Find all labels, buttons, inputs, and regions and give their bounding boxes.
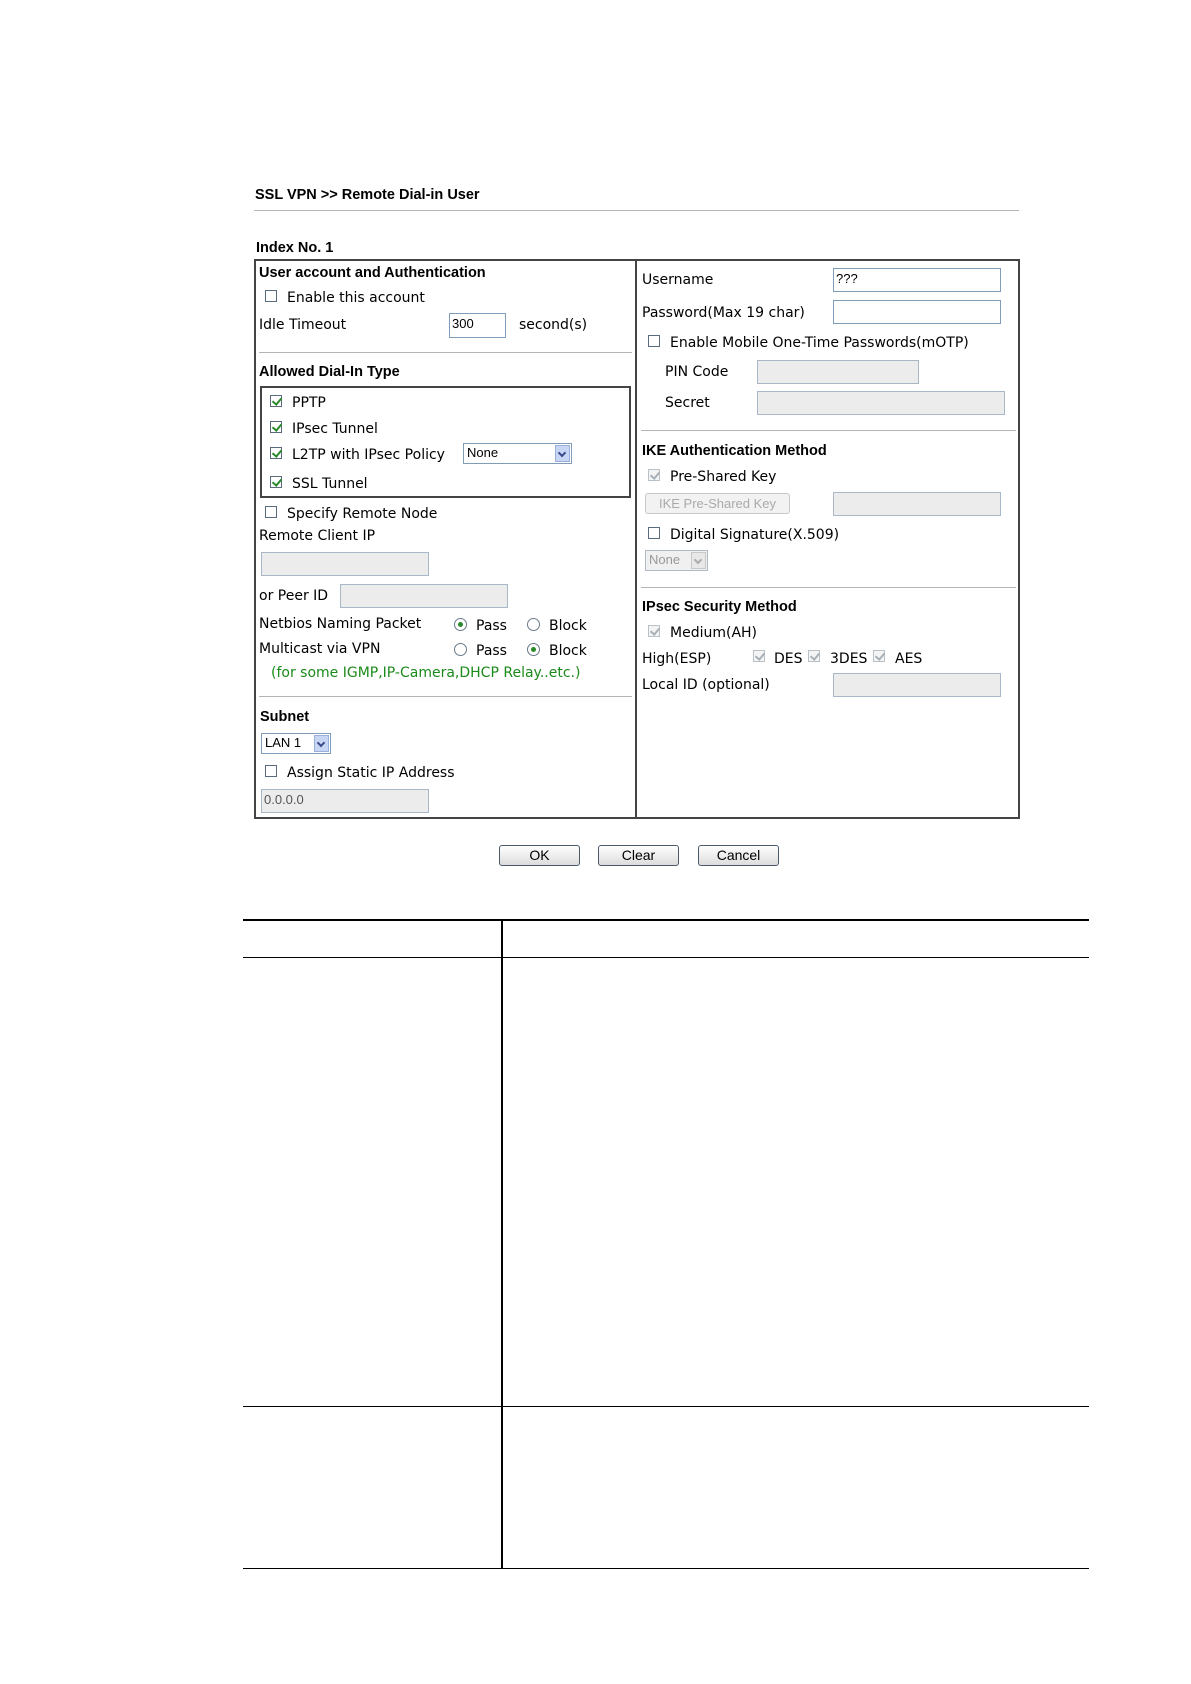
local-id-input[interactable] — [833, 673, 1001, 697]
ipsec-security-title: IPsec Security Method — [642, 599, 797, 615]
header-divider — [254, 210, 1019, 211]
breadcrumb: SSL VPN >> Remote Dial-in User — [255, 187, 480, 203]
pin-code-input[interactable] — [757, 360, 919, 384]
divider — [641, 430, 1016, 431]
peer-id-label: or Peer ID — [259, 588, 329, 604]
ipsec-tunnel-label: IPsec Tunnel — [292, 421, 378, 437]
remote-client-ip-input[interactable] — [261, 552, 429, 576]
high-esp-label: High(ESP) — [642, 651, 712, 667]
pre-shared-key-checkbox[interactable] — [648, 469, 660, 481]
l2tp-policy-value: None — [467, 445, 499, 460]
local-id-label: Local ID (optional) — [642, 677, 770, 693]
table-bottom-border — [243, 1568, 1089, 1569]
l2tp-checkbox[interactable] — [270, 447, 282, 459]
digital-signature-checkbox[interactable] — [648, 527, 660, 539]
pptp-checkbox[interactable] — [270, 395, 282, 407]
remote-client-ip-label: Remote Client IP — [259, 528, 376, 544]
subnet-title: Subnet — [260, 709, 310, 725]
aes-label: AES — [895, 651, 923, 667]
chevron-down-icon — [555, 445, 570, 462]
netbios-block-radio[interactable] — [527, 618, 540, 631]
ike-psk-button[interactable]: IKE Pre-Shared Key — [645, 493, 790, 514]
multicast-block-radio[interactable] — [527, 643, 540, 656]
ssl-tunnel-label: SSL Tunnel — [292, 476, 368, 492]
assign-static-checkbox[interactable] — [265, 765, 277, 777]
idle-timeout-label: Idle Timeout — [259, 317, 347, 333]
des-checkbox[interactable] — [753, 650, 765, 662]
multicast-label: Multicast via VPN — [259, 641, 381, 657]
assign-static-label: Assign Static IP Address — [287, 765, 455, 781]
ike-psk-input[interactable] — [833, 492, 1001, 516]
idle-timeout-unit: second(s) — [519, 317, 588, 333]
table-row-border — [243, 1406, 1089, 1407]
user-auth-title: User account and Authentication — [259, 265, 486, 281]
table-header-border — [243, 957, 1089, 958]
subnet-select[interactable]: LAN 1 — [261, 733, 331, 754]
3des-label: 3DES — [830, 651, 868, 667]
multicast-pass-label: Pass — [476, 643, 507, 659]
specify-remote-checkbox[interactable] — [265, 506, 277, 518]
cancel-button[interactable]: Cancel — [698, 845, 779, 866]
chevron-down-icon — [691, 552, 706, 569]
ike-auth-title: IKE Authentication Method — [642, 443, 827, 459]
3des-checkbox[interactable] — [808, 650, 820, 662]
l2tp-label: L2TP with IPsec Policy — [292, 447, 445, 463]
secret-input[interactable] — [757, 391, 1005, 415]
dialin-type-title: Allowed Dial-In Type — [259, 364, 400, 380]
password-label: Password(Max 19 char) — [642, 305, 805, 321]
specify-remote-label: Specify Remote Node — [287, 506, 438, 522]
password-input[interactable] — [833, 300, 1001, 324]
motp-label: Enable Mobile One-Time Passwords(mOTP) — [670, 335, 969, 351]
subnet-value: LAN 1 — [265, 735, 302, 750]
secret-label: Secret — [665, 395, 710, 411]
motp-checkbox[interactable] — [648, 335, 660, 347]
pre-shared-key-label: Pre-Shared Key — [670, 469, 777, 485]
l2tp-policy-select[interactable]: None — [463, 443, 572, 464]
netbios-label: Netbios Naming Packet — [259, 616, 422, 632]
multicast-pass-radio[interactable] — [454, 643, 467, 656]
multicast-note: (for some IGMP,IP-Camera,DHCP Relay..etc… — [271, 665, 581, 681]
pin-code-label: PIN Code — [665, 364, 729, 380]
medium-ah-checkbox[interactable] — [648, 625, 660, 637]
username-label: Username — [642, 272, 714, 288]
index-label: Index No. 1 — [256, 240, 334, 256]
ssl-tunnel-checkbox[interactable] — [270, 476, 282, 488]
table-top-border — [243, 919, 1089, 921]
digital-signature-value: None — [649, 552, 681, 567]
divider — [259, 352, 632, 353]
medium-ah-label: Medium(AH) — [670, 625, 758, 641]
aes-checkbox[interactable] — [873, 650, 885, 662]
digital-signature-label: Digital Signature(X.509) — [670, 527, 840, 543]
divider — [641, 587, 1016, 588]
peer-id-input[interactable] — [340, 584, 508, 608]
divider — [259, 696, 632, 697]
ok-button[interactable]: OK — [499, 845, 580, 866]
netbios-pass-radio[interactable] — [454, 618, 467, 631]
enable-account-label: Enable this account — [287, 290, 425, 306]
ipsec-tunnel-checkbox[interactable] — [270, 421, 282, 433]
idle-timeout-input[interactable]: 300 — [449, 313, 506, 338]
pptp-label: PPTP — [292, 395, 326, 411]
digital-signature-select[interactable]: None — [645, 550, 708, 571]
multicast-block-label: Block — [549, 643, 587, 659]
chevron-down-icon — [314, 735, 329, 752]
netbios-block-label: Block — [549, 618, 587, 634]
des-label: DES — [774, 651, 803, 667]
static-ip-input[interactable]: 0.0.0.0 — [261, 789, 429, 813]
username-input[interactable]: ??? — [833, 268, 1001, 292]
clear-button[interactable]: Clear — [598, 845, 679, 866]
netbios-pass-label: Pass — [476, 618, 507, 634]
panel-divider — [635, 259, 637, 819]
enable-account-checkbox[interactable] — [265, 290, 277, 302]
table-column-divider — [501, 919, 503, 1569]
